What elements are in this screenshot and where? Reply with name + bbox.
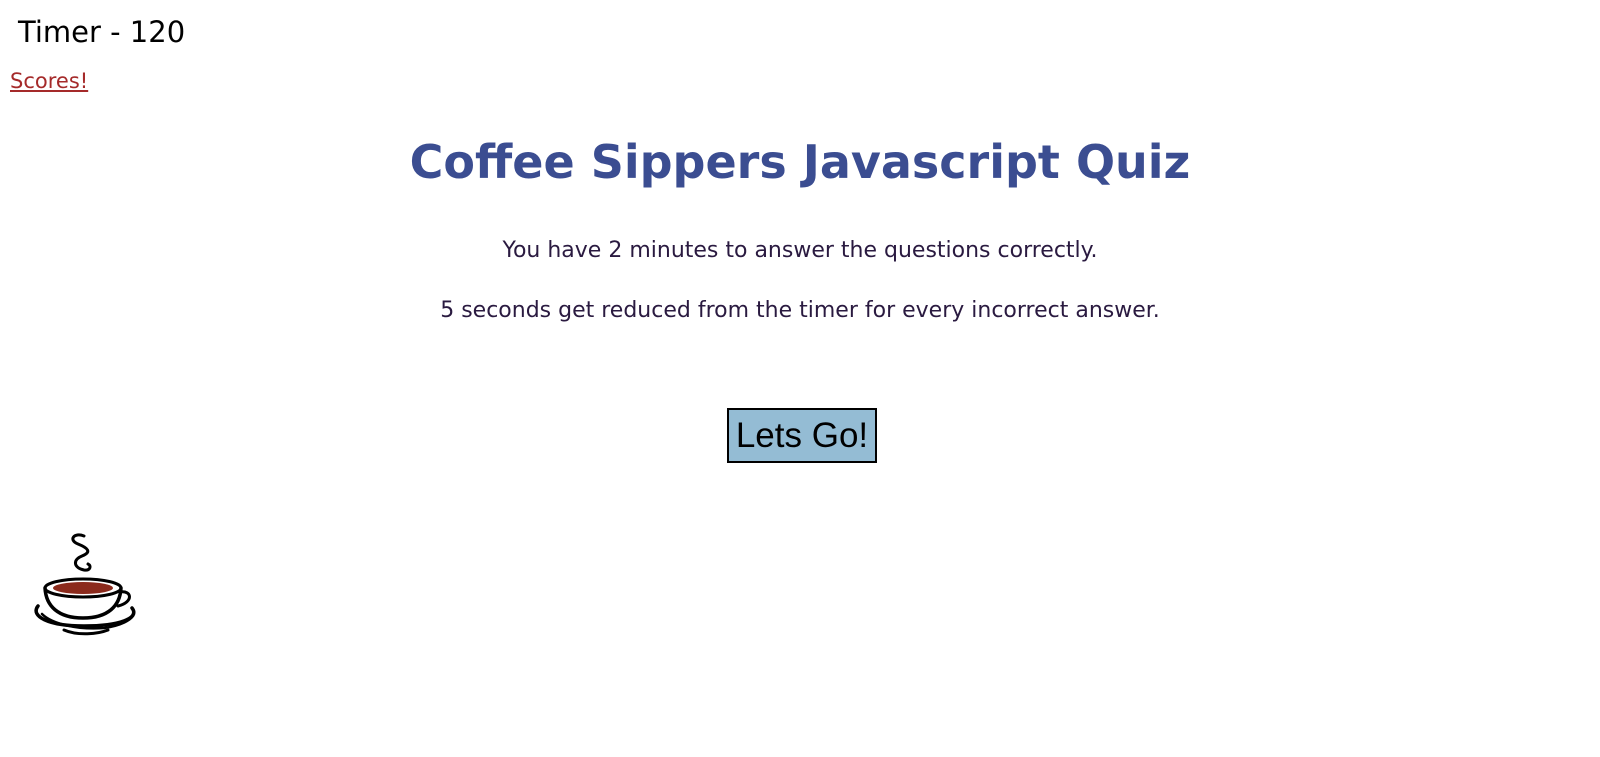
timer-display: Timer - 120 [18, 15, 186, 49]
instruction-penalty: 5 seconds get reduced from the timer for… [440, 298, 1160, 323]
coffee-cup-icon [28, 530, 140, 638]
start-quiz-button[interactable]: Lets Go! [727, 408, 877, 463]
scores-link[interactable]: Scores! [10, 67, 88, 95]
quiz-title: Coffee Sippers Javascript Quiz [409, 135, 1191, 189]
instruction-time-limit: You have 2 minutes to answer the questio… [502, 238, 1098, 263]
